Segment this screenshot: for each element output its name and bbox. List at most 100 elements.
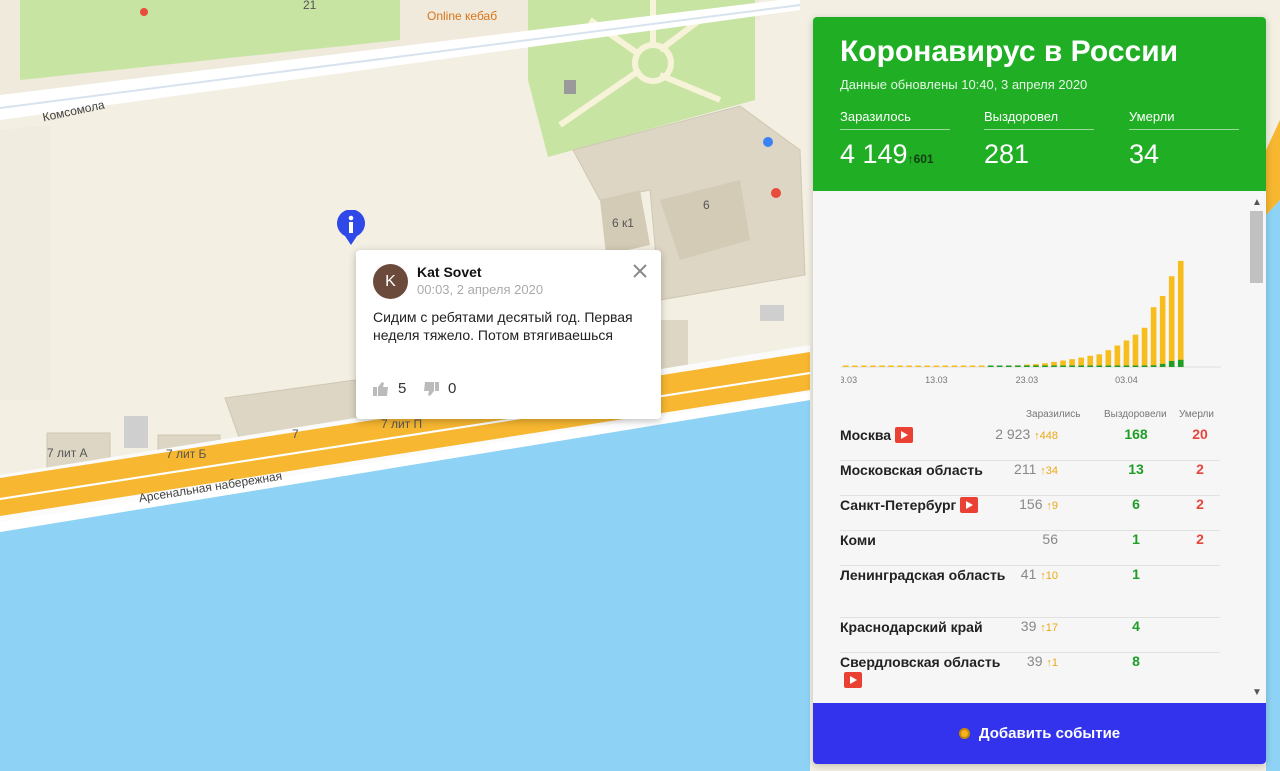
region-row[interactable]: Коми 56 1 2	[840, 531, 1220, 566]
chart-bar-infected	[1096, 354, 1103, 367]
chart-bar-infected	[843, 365, 849, 367]
add-event-button[interactable]: Добавить событие	[813, 703, 1266, 764]
chart-bar-infected	[933, 365, 940, 367]
chart-bar-infected	[1177, 260, 1184, 367]
region-row[interactable]: Свердловская область 39 ↑1 8	[840, 653, 1220, 703]
chart-x-tick-label: 03.03	[841, 375, 857, 385]
region-infected-value: 211	[1014, 461, 1037, 477]
building-number: 21	[303, 0, 317, 12]
chart-bar-recovered	[1132, 365, 1139, 367]
chart-bar-recovered	[1141, 365, 1148, 367]
panel-header: Коронавирус в России Данные обновлены 10…	[813, 17, 1266, 191]
scroll-down-icon[interactable]: ▼	[1252, 687, 1262, 698]
stat-died: Умерли 34	[1129, 109, 1239, 170]
region-infected: 211 ↑34	[1014, 461, 1058, 477]
region-infected-value: 39	[1020, 618, 1037, 634]
chart-bar-infected	[969, 365, 976, 367]
region-name: Ленинградская область	[840, 566, 1010, 584]
chart-bar-recovered	[1078, 365, 1084, 367]
region-name: Коми	[840, 531, 1010, 549]
region-row[interactable]: Московская область 211 ↑34 13 2	[840, 461, 1220, 496]
panel-scroll-area[interactable]: 03.03 13.03 23.03 03.04 Заразились Выздоров…	[813, 191, 1266, 703]
updated-timestamp: Данные обновлены 10:40, 3 апреля 2020	[840, 77, 1088, 92]
column-header-died: Умерли	[1179, 409, 1214, 420]
region-name-text: Краснодарский край	[840, 619, 983, 635]
chart-bar-infected	[906, 365, 912, 367]
region-name-text: Московская область	[840, 462, 983, 478]
like-count: 5	[398, 380, 407, 397]
chart-x-tick-label: 23.03	[1016, 375, 1039, 385]
region-recovered: 4	[1132, 618, 1140, 634]
add-event-label: Добавить событие	[978, 725, 1121, 742]
chart-bar-infected	[1105, 350, 1112, 367]
region-name-text: Коми	[840, 532, 876, 548]
video-play-icon[interactable]	[844, 672, 862, 688]
chart-bar-recovered	[1051, 365, 1057, 367]
region-row[interactable]: Ленинградская область 41 ↑10 1	[840, 566, 1220, 618]
scroll-up-icon[interactable]: ▲	[1252, 197, 1262, 208]
region-recovered: 1	[1132, 566, 1140, 582]
chart-bar-infected	[1159, 295, 1166, 367]
stat-value: 281	[984, 139, 1030, 169]
stat-infected: Заразилось 4 149↑601	[840, 109, 950, 170]
region-row[interactable]: Санкт-Петербург 156 ↑9 6 2	[840, 496, 1220, 531]
chart-bar-infected	[1114, 345, 1121, 367]
chart-bar-recovered	[1015, 365, 1021, 367]
thumbs-down-icon	[424, 381, 439, 396]
building-number: 6	[703, 198, 710, 212]
region-infected-increase: 448	[1039, 430, 1058, 442]
covid-panel: Коронавирус в России Данные обновлены 10…	[813, 17, 1266, 764]
region-died: 2	[1196, 461, 1204, 477]
comment-text: Сидим с ребятами десятый год. Первая нед…	[373, 309, 633, 343]
region-infected-increase: 34	[1045, 465, 1058, 477]
like-button[interactable]: 5	[372, 380, 406, 397]
chart-bar-recovered	[1114, 365, 1121, 367]
region-infected-value: 156	[1019, 496, 1043, 512]
building-number: 6 к1	[612, 216, 634, 230]
region-recovered: 168	[1124, 426, 1148, 442]
scrollbar-thumb[interactable]	[1250, 211, 1263, 283]
region-infected-increase: 1	[1051, 657, 1058, 669]
chart-bar-infected	[978, 365, 985, 367]
region-infected: 2 923 ↑448	[995, 426, 1058, 442]
stat-recovered: Выздоровел 281	[984, 109, 1094, 170]
chart-bar-recovered	[1087, 365, 1094, 367]
region-recovered: 13	[1128, 461, 1144, 477]
close-icon[interactable]	[631, 262, 649, 280]
avatar: K	[373, 264, 408, 299]
region-infected: 156 ↑9	[1019, 496, 1058, 512]
region-infected-value: 56	[1042, 531, 1058, 547]
video-play-icon[interactable]	[960, 497, 979, 513]
cases-chart: 03.03 13.03 23.03 03.04	[841, 260, 1221, 385]
region-row[interactable]: Москва 2 923 ↑448 168 20	[840, 426, 1220, 461]
region-row[interactable]: Краснодарский край 39 ↑17 4	[840, 618, 1220, 653]
comment-author[interactable]: Kat Sovet	[417, 264, 482, 280]
poi-label[interactable]: Online кебаб	[427, 9, 497, 23]
chart-bar-infected	[1087, 355, 1094, 367]
region-name-text: Свердловская область	[840, 654, 1001, 670]
chart-bar-recovered	[987, 365, 994, 367]
region-recovered: 6	[1132, 496, 1140, 512]
video-play-icon[interactable]	[895, 427, 914, 443]
scrollbar[interactable]: ▲ ▼	[1247, 191, 1266, 703]
chart-bar-infected	[870, 365, 876, 367]
region-infected: 39 ↑17	[1021, 618, 1058, 634]
chart-bar-recovered	[1159, 363, 1166, 367]
info-pin-icon[interactable]	[335, 209, 367, 246]
chart-bar-recovered	[996, 365, 1003, 367]
chart-bar-infected	[960, 365, 967, 367]
chart-bar-infected	[924, 365, 931, 367]
chart-bar-recovered	[1096, 365, 1103, 367]
region-infected: 56	[1042, 531, 1058, 547]
stat-delta: 601	[913, 152, 934, 166]
chart-bar-recovered	[1069, 365, 1075, 367]
column-header-infected: Заразились	[1026, 409, 1081, 420]
dislike-button[interactable]: 0	[422, 380, 456, 397]
region-died: 2	[1196, 496, 1204, 512]
chart-bar-recovered	[1168, 360, 1175, 367]
region-name-text: Санкт-Петербург	[840, 497, 957, 513]
chart-bar-recovered	[1105, 365, 1112, 367]
region-infected-increase: 17	[1045, 622, 1058, 634]
region-recovered: 1	[1132, 531, 1140, 547]
region-infected-value: 41	[1020, 566, 1037, 582]
